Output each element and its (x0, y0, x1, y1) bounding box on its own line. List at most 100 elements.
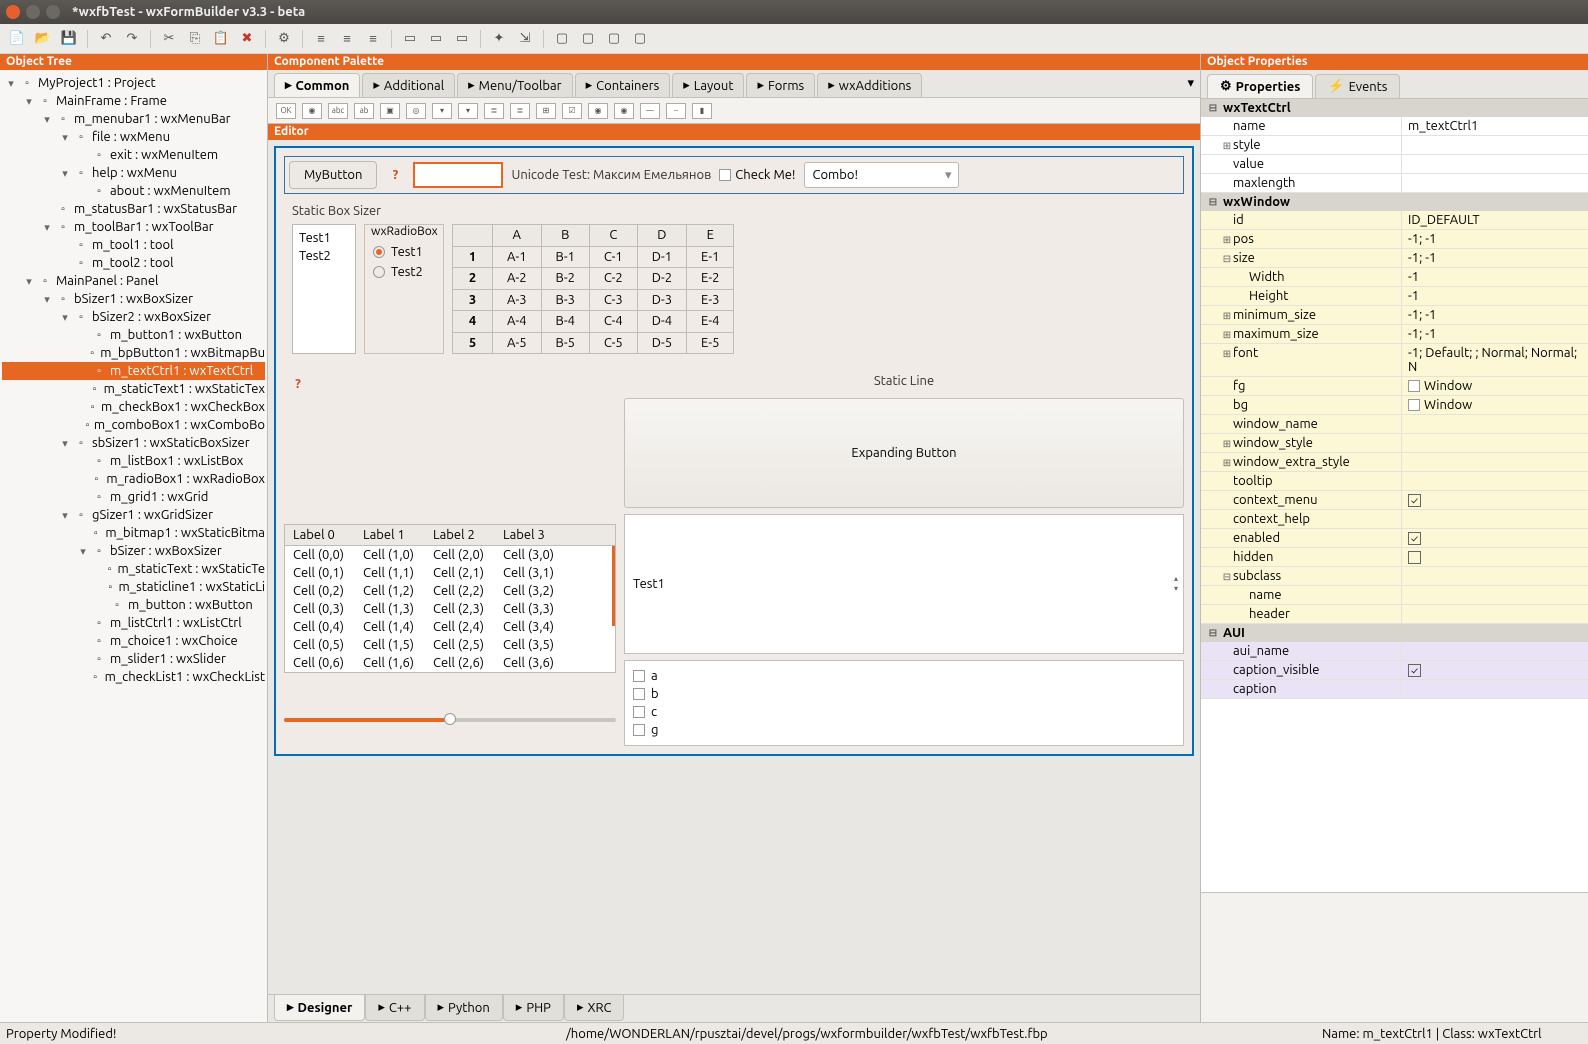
palette-tab-containers[interactable]: ▸Containers (575, 73, 671, 97)
designer-surface[interactable]: MyButton ? Unicode Test: Максим Емельяно… (274, 146, 1194, 756)
align-center-icon[interactable]: ≡ (336, 28, 358, 50)
widget-choice-icon[interactable]: ▾ (458, 103, 478, 119)
border4-icon[interactable]: ▢ (629, 28, 651, 50)
prop-row[interactable]: namem_textCtrl1 (1201, 117, 1588, 136)
listctrl[interactable]: Label 0Label 1Label 2Label 3 Cell (0,0)C… (284, 524, 616, 673)
layout2-icon[interactable]: ▭ (425, 28, 447, 50)
stretch-icon[interactable]: ⇲ (514, 28, 536, 50)
layout3-icon[interactable]: ▭ (451, 28, 473, 50)
prop-row[interactable]: ⊞font-1; Default; ; Normal; Normal; N (1201, 344, 1588, 377)
generate-icon[interactable]: ⚙ (273, 28, 295, 50)
palette-tab-common[interactable]: ▸Common (274, 73, 360, 97)
tree-node[interactable]: ▫m_checkList1 : wxCheckList (2, 668, 265, 686)
selected-textctrl[interactable] (413, 162, 503, 188)
copy-icon[interactable]: ⎘ (184, 28, 206, 50)
prop-row[interactable]: enabled✓ (1201, 529, 1588, 548)
tree-node[interactable]: ▫m_checkBox1 : wxCheckBox (2, 398, 265, 416)
tree-node[interactable]: ▾▫gSizer1 : wxGridSizer (2, 506, 265, 524)
widget-bitmap-icon[interactable]: ▣ (380, 103, 400, 119)
tree-node[interactable]: ▫m_button1 : wxButton (2, 326, 265, 344)
listctrl-header-cell[interactable]: Label 1 (355, 525, 425, 545)
listctrl-row[interactable]: Cell (0,2)Cell (1,2)Cell (2,2)Cell (3,2) (285, 582, 615, 600)
prop-tab-events[interactable]: ⚡Events (1315, 74, 1400, 98)
widget-radiobox-icon[interactable]: ◉ (614, 103, 634, 119)
tree-node[interactable]: ▾▫m_toolBar1 : wxToolBar (2, 218, 265, 236)
palette-tab-additional[interactable]: ▸Additional (362, 73, 455, 97)
cut-icon[interactable]: ✂ (158, 28, 180, 50)
prop-row[interactable]: name (1201, 586, 1588, 605)
widget-checkbox-icon[interactable]: ☑ (562, 103, 582, 119)
slider[interactable] (284, 709, 616, 729)
listctrl-header-cell[interactable]: Label 2 (425, 525, 495, 545)
prop-row[interactable]: hidden (1201, 548, 1588, 567)
palette-tab-layout[interactable]: ▸Layout (672, 73, 744, 97)
prop-row[interactable]: window_name (1201, 415, 1588, 434)
checklist-item[interactable]: a (633, 667, 1175, 685)
prop-section[interactable]: ⊟wxWindow (1201, 193, 1588, 211)
prop-section[interactable]: ⊟AUI (1201, 624, 1588, 642)
palette-tab-wxadditions[interactable]: ▸wxAdditions (817, 73, 922, 97)
tree-node[interactable]: ▫m_textCtrl1 : wxTextCtrl (2, 362, 265, 380)
mybutton[interactable]: MyButton (289, 161, 377, 189)
widget-listbox-icon[interactable]: ≣ (484, 103, 504, 119)
prop-row[interactable]: Width-1 (1201, 268, 1588, 287)
window-maximize-icon[interactable] (46, 5, 60, 19)
radiobox[interactable]: wxRadioBox Test1Test2 (364, 224, 444, 354)
tree-node[interactable]: ▾▫MainFrame : Frame (2, 92, 265, 110)
listbox[interactable]: Test1Test2 (292, 224, 356, 354)
prop-row[interactable]: context_menu✓ (1201, 491, 1588, 510)
tree-node[interactable]: ▫m_radioBox1 : wxRadioBox (2, 470, 265, 488)
tree-node[interactable]: ▫m_button : wxButton (2, 596, 265, 614)
tree-node[interactable]: ▫m_tool1 : tool (2, 236, 265, 254)
prop-row[interactable]: header (1201, 605, 1588, 624)
tree-node[interactable]: ▫m_grid1 : wxGrid (2, 488, 265, 506)
widget-textctrl-icon[interactable]: ab (354, 103, 374, 119)
tree-node[interactable]: ▫m_statusBar1 : wxStatusBar (2, 200, 265, 218)
tree-node[interactable]: ▫m_staticText : wxStaticTe (2, 560, 265, 578)
tree-node[interactable]: ▾▫m_menubar1 : wxMenuBar (2, 110, 265, 128)
prop-row[interactable]: Height-1 (1201, 287, 1588, 306)
tree-node[interactable]: ▾▫MainPanel : Panel (2, 272, 265, 290)
widget-slider-icon[interactable]: ⎯ (666, 103, 686, 119)
prop-row[interactable]: ⊟subclass (1201, 567, 1588, 586)
listctrl-row[interactable]: Cell (0,6)Cell (1,6)Cell (2,6)Cell (3,6) (285, 654, 615, 672)
widget-grid-icon[interactable]: ⊞ (536, 103, 556, 119)
tree-node[interactable]: ▫m_listCtrl1 : wxListCtrl (2, 614, 265, 632)
tree-node[interactable]: ▫m_bpButton1 : wxBitmapBu (2, 344, 265, 362)
tree-node[interactable]: ▫m_staticText1 : wxStaticTex (2, 380, 265, 398)
redo-icon[interactable]: ↷ (121, 28, 143, 50)
listctrl-header-cell[interactable]: Label 3 (495, 525, 565, 545)
listctrl-row[interactable]: Cell (0,5)Cell (1,5)Cell (2,5)Cell (3,5) (285, 636, 615, 654)
align-right-icon[interactable]: ≡ (362, 28, 384, 50)
prop-row[interactable]: aui_name (1201, 642, 1588, 661)
palette-tab-menutoolbar[interactable]: ▸Menu/Toolbar (457, 73, 572, 97)
window-close-icon[interactable] (6, 5, 20, 19)
check-list[interactable]: abcg (624, 660, 1184, 746)
prop-row[interactable]: ⊞minimum_size-1; -1 (1201, 306, 1588, 325)
radio-option[interactable]: Test2 (373, 262, 435, 282)
check-me-checkbox[interactable]: Check Me! (719, 168, 795, 182)
checklist-item[interactable]: b (633, 685, 1175, 703)
prop-row[interactable]: maxlength (1201, 174, 1588, 193)
tree-node[interactable]: ▾▫help : wxMenu (2, 164, 265, 182)
palette-overflow-icon[interactable]: ▾ (1187, 76, 1194, 91)
layout1-icon[interactable]: ▭ (399, 28, 421, 50)
prop-tab-properties[interactable]: ⚙Properties (1207, 74, 1313, 98)
expanding-button[interactable]: Expanding Button (624, 398, 1184, 508)
listctrl-row[interactable]: Cell (0,0)Cell (1,0)Cell (2,0)Cell (3,0) (285, 546, 615, 564)
tree-node[interactable]: ▾▫MyProject1 : Project (2, 74, 265, 92)
list-item[interactable]: Test2 (297, 247, 351, 265)
widget-gauge-icon[interactable]: ▮ (692, 103, 712, 119)
widget-button-icon[interactable]: OK (276, 103, 296, 119)
tree-node[interactable]: ▫exit : wxMenuItem (2, 146, 265, 164)
prop-row[interactable]: value (1201, 155, 1588, 174)
listctrl-row[interactable]: Cell (0,1)Cell (1,1)Cell (2,1)Cell (3,1) (285, 564, 615, 582)
align-left-icon[interactable]: ≡ (310, 28, 332, 50)
tree-node[interactable]: ▫m_listBox1 : wxListBox (2, 452, 265, 470)
paste-icon[interactable]: 📋 (210, 28, 232, 50)
prop-row[interactable]: caption_visible✓ (1201, 661, 1588, 680)
tree-node[interactable]: ▫m_tool2 : tool (2, 254, 265, 272)
border1-icon[interactable]: ▢ (551, 28, 573, 50)
prop-row[interactable]: ⊟size-1; -1 (1201, 249, 1588, 268)
border3-icon[interactable]: ▢ (603, 28, 625, 50)
